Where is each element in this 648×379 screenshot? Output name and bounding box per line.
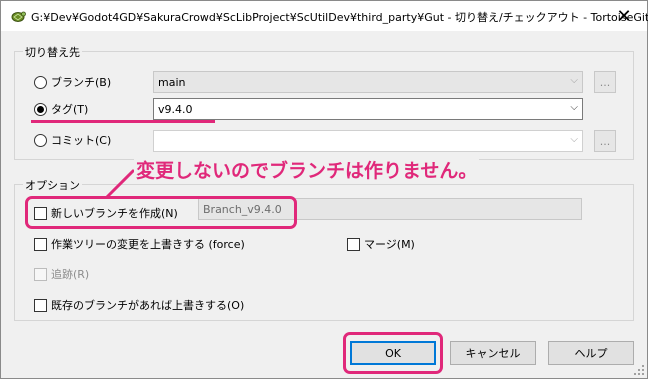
help-button-label: ヘルプ bbox=[574, 347, 608, 360]
commit-radio-label: コミット(C) bbox=[51, 134, 112, 147]
close-icon: ✕ bbox=[616, 5, 632, 27]
ok-button-highlight-box bbox=[343, 332, 443, 374]
overwrite-branch-checkbox[interactable]: 既存のブランチがあれば上書きする(O) bbox=[34, 297, 244, 313]
new-branch-highlight-box bbox=[25, 196, 297, 229]
tag-combo-value: v9.4.0 bbox=[158, 102, 193, 116]
tag-radio[interactable]: タグ(T) bbox=[34, 101, 88, 117]
cancel-button-label: キャンセル bbox=[465, 347, 521, 360]
callout-pointer-icon bbox=[105, 169, 135, 199]
checkout-dialog: G:¥Dev¥Godot4GD¥SakuraCrowd¥ScLibProject… bbox=[0, 0, 648, 379]
window-title: G:¥Dev¥Godot4GD¥SakuraCrowd¥ScLibProject… bbox=[31, 11, 648, 24]
browse-label: ... bbox=[599, 134, 611, 148]
merge-label: マージ(M) bbox=[364, 238, 415, 251]
chevron-down-icon: ⌵ bbox=[570, 134, 578, 145]
overwrite-branch-label: 既存のブランチがあれば上書きする(O) bbox=[51, 299, 245, 312]
tag-radio-label: タグ(T) bbox=[51, 103, 89, 116]
commit-radio-circle[interactable] bbox=[34, 133, 47, 147]
force-overwrite-checkbox[interactable]: 作業ツリーの変更を上書きする (force) bbox=[34, 236, 245, 252]
tag-radio-circle[interactable] bbox=[34, 102, 47, 116]
switch-to-group-label: 切り替え先 bbox=[23, 44, 82, 60]
branch-combo-value: main bbox=[158, 75, 186, 89]
browse-label: ... bbox=[599, 75, 611, 89]
help-button[interactable]: ヘルプ bbox=[548, 341, 634, 365]
title-bar: G:¥Dev¥Godot4GD¥SakuraCrowd¥ScLibProject… bbox=[1, 1, 648, 31]
resize-grip-icon[interactable] bbox=[633, 364, 645, 376]
chevron-down-icon: ⌵ bbox=[570, 75, 578, 86]
tag-underline-annotation bbox=[31, 120, 215, 123]
merge-checkbox[interactable]: マージ(M) bbox=[347, 236, 415, 252]
tag-combo[interactable]: v9.4.0 ⌵ bbox=[153, 98, 583, 120]
annotation-callout-text: 変更しないのでブランチは作りません。 bbox=[134, 156, 480, 183]
commit-radio[interactable]: コミット(C) bbox=[34, 132, 111, 148]
track-label: 追跡(R) bbox=[51, 268, 90, 281]
commit-combo: ⌵ bbox=[153, 130, 583, 152]
cancel-button[interactable]: キャンセル bbox=[450, 341, 536, 365]
branch-combo: main ⌵ bbox=[153, 71, 583, 93]
chevron-down-icon: ⌵ bbox=[570, 102, 578, 113]
merge-checkbox-box[interactable] bbox=[347, 237, 360, 251]
track-checkbox-box bbox=[34, 267, 47, 281]
force-overwrite-label: 作業ツリーの変更を上書きする (force) bbox=[51, 238, 245, 251]
options-group-label: オプション bbox=[23, 177, 82, 193]
overwrite-branch-checkbox-box[interactable] bbox=[34, 298, 47, 312]
branch-browse-button: ... bbox=[594, 71, 616, 93]
branch-radio-circle[interactable] bbox=[34, 75, 47, 89]
tortoisegit-icon bbox=[11, 11, 26, 22]
commit-browse-button: ... bbox=[594, 130, 616, 152]
track-checkbox: 追跡(R) bbox=[34, 266, 89, 282]
branch-radio-label: ブランチ(B) bbox=[51, 76, 112, 89]
branch-radio[interactable]: ブランチ(B) bbox=[34, 74, 111, 90]
force-overwrite-checkbox-box[interactable] bbox=[34, 237, 47, 251]
close-button[interactable]: ✕ bbox=[601, 1, 647, 31]
